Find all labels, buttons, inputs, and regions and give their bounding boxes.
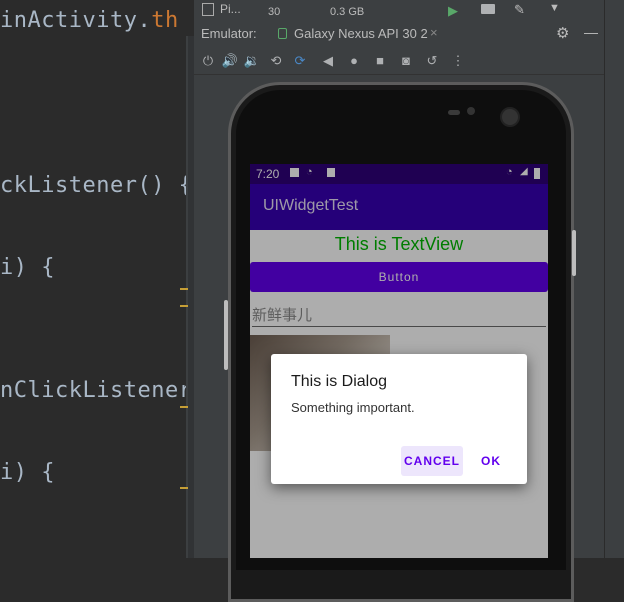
ok-button[interactable]: OK bbox=[474, 446, 508, 476]
earpiece bbox=[448, 110, 460, 115]
dialog-title: This is Dialog bbox=[291, 373, 388, 390]
code-line: i) { bbox=[0, 255, 55, 280]
cancel-button[interactable]: CANCEL bbox=[401, 446, 463, 476]
volume-down-icon[interactable]: 🔉 bbox=[243, 52, 261, 70]
emulator-header: Emulator: Galaxy Nexus API 30 2 × ⚙ — bbox=[194, 20, 604, 50]
code-line: nClickListener bbox=[0, 378, 193, 403]
camera-icon[interactable]: ◙ bbox=[397, 52, 415, 70]
code-editor[interactable]: inActivity.th ckListener() { i) { nClick… bbox=[0, 0, 194, 558]
right-tool-strip bbox=[604, 0, 624, 558]
folder-icon[interactable] bbox=[481, 4, 495, 14]
emulator-label: Emulator: bbox=[201, 26, 257, 41]
device-icon[interactable] bbox=[202, 3, 214, 16]
rotate-left-icon[interactable]: ⟲ bbox=[267, 52, 285, 70]
power-icon[interactable]: ⏻ bbox=[199, 52, 217, 70]
rotate-right-icon[interactable]: ⟳ bbox=[291, 52, 309, 70]
camera-lens bbox=[500, 107, 520, 127]
toolbar-count: 30 bbox=[268, 6, 281, 18]
home-icon[interactable]: ● bbox=[345, 52, 363, 70]
volume-rocker[interactable] bbox=[572, 230, 576, 276]
toolbar-label[interactable]: Pi... bbox=[220, 2, 241, 16]
alert-dialog: This is Dialog Something important. CANC… bbox=[271, 354, 527, 484]
code-line: inActivity.th bbox=[0, 8, 179, 33]
more-icon[interactable]: ⋮ bbox=[449, 52, 467, 70]
dialog-message: Something important. bbox=[291, 400, 415, 415]
close-icon[interactable]: × bbox=[430, 25, 438, 40]
replay-icon[interactable]: ↺ bbox=[423, 52, 441, 70]
code-line: i) { bbox=[0, 460, 55, 485]
back-icon[interactable]: ◀ bbox=[319, 52, 337, 70]
volume-up-icon[interactable]: 🔊 bbox=[221, 52, 239, 70]
tab-label: Galaxy Nexus API 30 2 bbox=[294, 26, 428, 41]
emulator-toolbar: ⏻ 🔊 🔉 ⟲ ⟳ ◀ ● ■ ◙ ↺ ⋮ bbox=[194, 48, 604, 75]
chevron-down-icon[interactable]: ▼ bbox=[549, 2, 560, 14]
run-icon[interactable]: ▶ bbox=[448, 3, 458, 19]
gear-icon[interactable]: ⚙ bbox=[556, 24, 569, 42]
top-toolbar: Pi... 30 0.3 GB ▶ ✎ ▼ bbox=[194, 0, 604, 20]
edit-icon[interactable]: ✎ bbox=[514, 2, 525, 18]
code-line: ckListener() { bbox=[0, 173, 193, 198]
minimize-icon[interactable]: — bbox=[584, 24, 598, 40]
device-icon bbox=[278, 28, 287, 39]
overview-icon[interactable]: ■ bbox=[371, 52, 389, 70]
power-key[interactable] bbox=[224, 300, 228, 370]
memory-indicator: 0.3 GB bbox=[330, 6, 365, 18]
tab-galaxy-nexus[interactable]: Galaxy Nexus API 30 2 × bbox=[270, 20, 446, 50]
sensor-icon bbox=[467, 107, 475, 115]
